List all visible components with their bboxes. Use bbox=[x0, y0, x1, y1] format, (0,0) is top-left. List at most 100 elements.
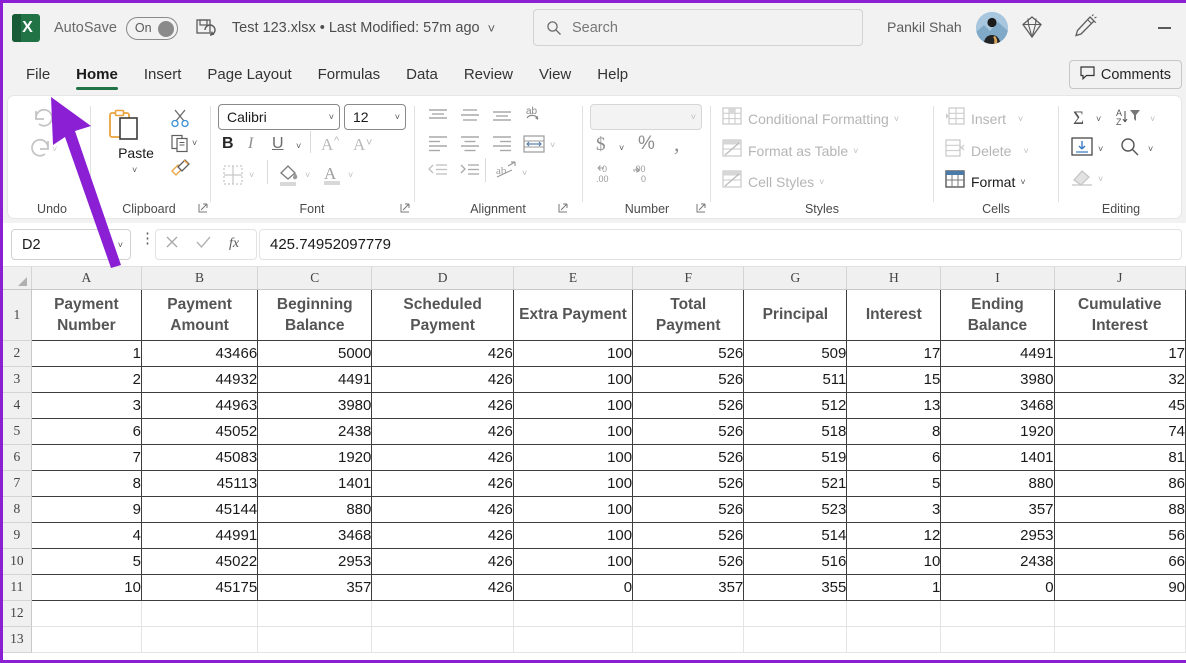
cell-g5[interactable]: 518 bbox=[743, 418, 848, 445]
cell-c4[interactable]: 3980 bbox=[257, 392, 373, 419]
cell-b2[interactable]: 43466 bbox=[140, 340, 259, 367]
increase-indent-button[interactable] bbox=[458, 162, 482, 187]
cell-a3[interactable]: 2 bbox=[30, 366, 142, 393]
comma-format-button[interactable]: , bbox=[674, 131, 680, 157]
spreadsheet-grid[interactable]: A B C D E F G H I J 1 Payment Number Pay… bbox=[3, 267, 1186, 660]
cell-b4[interactable]: 44963 bbox=[140, 392, 259, 419]
cell-i1[interactable]: Ending Balance bbox=[940, 289, 1055, 341]
cell-g12[interactable] bbox=[743, 600, 848, 627]
pen-highlighter-icon[interactable] bbox=[1071, 14, 1097, 45]
cell-f13[interactable] bbox=[632, 626, 745, 653]
font-size-select[interactable]: 12 ˅ bbox=[344, 104, 406, 130]
column-header-c[interactable]: C bbox=[257, 267, 373, 290]
cell-e9[interactable]: 100 bbox=[512, 522, 634, 549]
underline-chevron-down-icon[interactable]: ˅ bbox=[296, 141, 301, 151]
cell-f10[interactable]: 526 bbox=[632, 548, 745, 575]
cell-h11[interactable]: 1 bbox=[846, 574, 942, 601]
font-color-button[interactable]: A bbox=[321, 161, 345, 192]
column-header-d[interactable]: D bbox=[371, 267, 514, 290]
tab-help[interactable]: Help bbox=[586, 62, 639, 87]
cell-g11[interactable]: 355 bbox=[743, 574, 848, 601]
cell-i7[interactable]: 880 bbox=[940, 470, 1055, 497]
column-header-b[interactable]: B bbox=[141, 267, 259, 290]
cell-j8[interactable]: 88 bbox=[1053, 496, 1186, 523]
cell-i12[interactable] bbox=[940, 600, 1055, 627]
cell-c5[interactable]: 2438 bbox=[257, 418, 373, 445]
tab-view[interactable]: View bbox=[528, 62, 582, 87]
decrease-indent-button[interactable] bbox=[426, 162, 450, 187]
cell-a8[interactable]: 9 bbox=[30, 496, 142, 523]
cell-b6[interactable]: 45083 bbox=[140, 444, 259, 471]
cell-c10[interactable]: 2953 bbox=[257, 548, 373, 575]
row-header-10[interactable]: 10 bbox=[3, 548, 32, 575]
row-header-2[interactable]: 2 bbox=[3, 340, 32, 367]
cell-a1[interactable]: Payment Number bbox=[30, 289, 142, 341]
cell-h4[interactable]: 13 bbox=[846, 392, 942, 419]
cell-h5[interactable]: 8 bbox=[846, 418, 942, 445]
cell-e8[interactable]: 100 bbox=[512, 496, 634, 523]
cell-f4[interactable]: 526 bbox=[632, 392, 745, 419]
cell-b5[interactable]: 45052 bbox=[140, 418, 259, 445]
cell-d13[interactable] bbox=[371, 626, 514, 653]
cell-j7[interactable]: 86 bbox=[1053, 470, 1186, 497]
cell-c13[interactable] bbox=[257, 626, 373, 653]
cell-g13[interactable] bbox=[743, 626, 848, 653]
row-header-5[interactable]: 5 bbox=[3, 418, 32, 445]
cell-i5[interactable]: 1920 bbox=[940, 418, 1055, 445]
sort-and-filter-button[interactable]: AZ bbox=[1116, 106, 1144, 133]
cell-d3[interactable]: 426 bbox=[371, 366, 514, 393]
autosum-chevron-down-icon[interactable]: ˅ bbox=[1096, 114, 1101, 124]
cell-g8[interactable]: 523 bbox=[743, 496, 848, 523]
cell-i9[interactable]: 2953 bbox=[940, 522, 1055, 549]
delete-cells-button[interactable]: Delete ˅ bbox=[945, 139, 1029, 163]
find-and-select-button[interactable] bbox=[1118, 136, 1142, 163]
italic-button[interactable]: I bbox=[248, 135, 253, 153]
clear-button[interactable] bbox=[1070, 166, 1094, 193]
decrease-decimal-button[interactable]: .00 0 bbox=[631, 162, 661, 191]
select-all-button[interactable] bbox=[3, 267, 32, 290]
cell-g1[interactable]: Principal bbox=[743, 289, 848, 341]
paste-button[interactable] bbox=[106, 108, 142, 149]
cell-i8[interactable]: 357 bbox=[940, 496, 1055, 523]
cell-h9[interactable]: 12 bbox=[846, 522, 942, 549]
merge-chevron-down-icon[interactable]: ˅ bbox=[550, 140, 555, 150]
cell-d1[interactable]: Scheduled Payment bbox=[371, 289, 514, 341]
currency-format-button[interactable]: $ bbox=[596, 134, 606, 156]
cell-h2[interactable]: 17 bbox=[846, 340, 942, 367]
cell-f3[interactable]: 526 bbox=[632, 366, 745, 393]
cell-a11[interactable]: 10 bbox=[30, 574, 142, 601]
cell-b9[interactable]: 44991 bbox=[140, 522, 259, 549]
column-header-j[interactable]: J bbox=[1054, 267, 1186, 290]
cell-h13[interactable] bbox=[846, 626, 942, 653]
font-dialog-launcher[interactable] bbox=[399, 201, 412, 214]
cell-e6[interactable]: 100 bbox=[512, 444, 634, 471]
cell-a6[interactable]: 7 bbox=[30, 444, 142, 471]
cell-f7[interactable]: 526 bbox=[632, 470, 745, 497]
cell-a13[interactable] bbox=[31, 626, 142, 653]
cell-f11[interactable]: 357 bbox=[632, 574, 745, 601]
tab-data[interactable]: Data bbox=[395, 62, 449, 87]
insert-cells-button[interactable]: Insert ˅ bbox=[945, 107, 1023, 131]
cell-b8[interactable]: 45144 bbox=[140, 496, 259, 523]
row-header-1[interactable]: 1 bbox=[3, 289, 32, 341]
cell-c3[interactable]: 4491 bbox=[257, 366, 373, 393]
align-bottom-button[interactable] bbox=[490, 106, 514, 131]
increase-font-size-button[interactable]: A ^ bbox=[321, 133, 345, 160]
align-middle-button[interactable] bbox=[458, 106, 482, 131]
cell-e12[interactable] bbox=[513, 600, 634, 627]
cell-e5[interactable]: 100 bbox=[512, 418, 634, 445]
cell-b11[interactable]: 45175 bbox=[140, 574, 259, 601]
cell-i10[interactable]: 2438 bbox=[940, 548, 1055, 575]
row-header-8[interactable]: 8 bbox=[3, 496, 32, 523]
column-header-g[interactable]: G bbox=[743, 267, 848, 290]
column-header-a[interactable]: A bbox=[31, 267, 142, 290]
cell-b1[interactable]: Payment Amount bbox=[140, 289, 259, 341]
tab-insert[interactable]: Insert bbox=[133, 62, 193, 87]
cell-h7[interactable]: 5 bbox=[846, 470, 942, 497]
cell-c8[interactable]: 880 bbox=[257, 496, 373, 523]
avatar[interactable] bbox=[976, 12, 1008, 44]
cell-c2[interactable]: 5000 bbox=[257, 340, 373, 367]
cell-d8[interactable]: 426 bbox=[371, 496, 514, 523]
fill-chevron-down-icon[interactable]: ˅ bbox=[1098, 144, 1103, 154]
cell-d9[interactable]: 426 bbox=[371, 522, 514, 549]
